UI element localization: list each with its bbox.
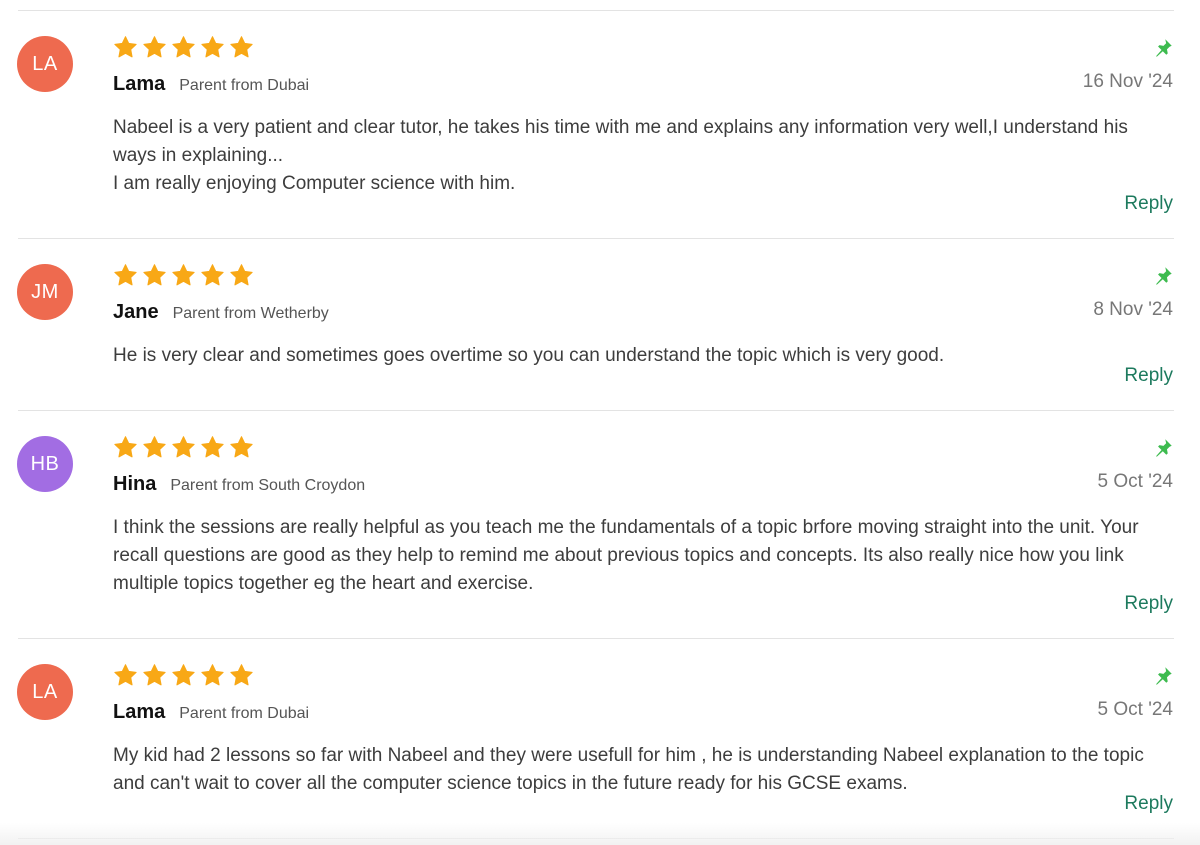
- review-text: I think the sessions are really helpful …: [113, 517, 1139, 594]
- reply-button[interactable]: Reply: [1124, 193, 1173, 215]
- review-date: 5 Oct '24: [1097, 699, 1173, 720]
- star-icon: [230, 664, 253, 686]
- star-icon: [201, 664, 224, 686]
- star-icon: [143, 664, 166, 686]
- reviewer-origin: Parent from Wetherby: [172, 305, 329, 322]
- star-icon: [114, 264, 137, 286]
- review-text: My kid had 2 lessons so far with Nabeel …: [113, 745, 1144, 794]
- star-rating: [113, 435, 254, 463]
- star-icon: [172, 664, 195, 686]
- reviewer-name: Jane: [113, 301, 159, 323]
- reviewer-name: Lama: [113, 73, 166, 95]
- reviewer-origin: Parent from Dubai: [179, 77, 310, 94]
- reviewer-origin: Parent from Dubai: [179, 705, 310, 722]
- avatar: LA: [17, 36, 73, 92]
- star-icon: [114, 36, 137, 58]
- reviewer-info: Hina Parent from South Croydon: [113, 473, 365, 496]
- review-card: JM Jane Parent from Wetherby 8 Nov '24 H…: [0, 239, 1200, 411]
- review-card: LA Lama Parent from Dubai 5 Oct '24 My k…: [0, 639, 1200, 839]
- bottom-fade: [0, 823, 1200, 845]
- star-icon: [143, 36, 166, 58]
- review-date: 8 Nov '24: [1093, 299, 1173, 320]
- star-icon: [201, 264, 224, 286]
- star-icon: [230, 264, 253, 286]
- reply-button[interactable]: Reply: [1124, 365, 1173, 387]
- review-date: 16 Nov '24: [1082, 71, 1173, 92]
- reviewer-origin: Parent from South Croydon: [170, 477, 366, 494]
- star-icon: [114, 664, 137, 686]
- pin-icon[interactable]: [1152, 665, 1174, 687]
- review-date: 5 Oct '24: [1097, 471, 1173, 492]
- star-icon: [172, 436, 195, 458]
- star-icon: [114, 436, 137, 458]
- star-rating: [113, 35, 254, 63]
- pin-icon[interactable]: [1152, 437, 1174, 459]
- pin-icon[interactable]: [1152, 265, 1174, 287]
- star-icon: [172, 36, 195, 58]
- reviewer-name: Lama: [113, 701, 166, 723]
- star-icon: [230, 36, 253, 58]
- review-card: HB Hina Parent from South Croydon 5 Oct …: [0, 411, 1200, 639]
- star-rating: [113, 263, 254, 291]
- avatar: LA: [17, 664, 73, 720]
- review-text: Nabeel is a very patient and clear tutor…: [113, 117, 1128, 194]
- reviewer-name: Hina: [113, 473, 157, 495]
- review-text: He is very clear and sometimes goes over…: [113, 345, 945, 366]
- reviewer-info: Lama Parent from Dubai: [113, 701, 309, 724]
- star-icon: [230, 436, 253, 458]
- reviewer-info: Jane Parent from Wetherby: [113, 301, 329, 324]
- star-icon: [143, 264, 166, 286]
- star-icon: [172, 264, 195, 286]
- pin-icon[interactable]: [1152, 37, 1174, 59]
- review-card: LA Lama Parent from Dubai 16 Nov '24 Nab…: [0, 11, 1200, 239]
- reviewer-info: Lama Parent from Dubai: [113, 73, 309, 96]
- avatar: JM: [17, 264, 73, 320]
- reply-button[interactable]: Reply: [1124, 593, 1173, 615]
- star-rating: [113, 663, 254, 691]
- reply-button[interactable]: Reply: [1124, 793, 1173, 815]
- avatar: HB: [17, 436, 73, 492]
- star-icon: [143, 436, 166, 458]
- star-icon: [201, 436, 224, 458]
- reviews-list: LA Lama Parent from Dubai 16 Nov '24 Nab…: [0, 0, 1200, 845]
- star-icon: [201, 36, 224, 58]
